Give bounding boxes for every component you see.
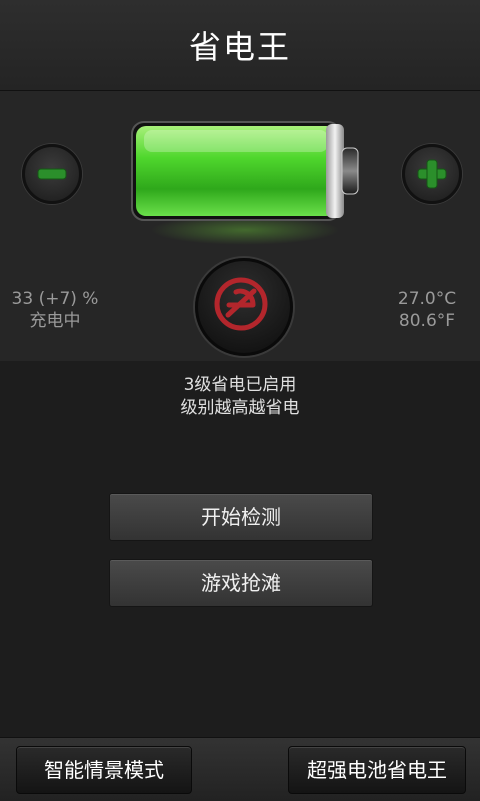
temperature-info: 27.0°C 80.6°F: [382, 288, 472, 332]
plus-icon: [417, 159, 447, 189]
saving-level-status: 3级省电已启用: [183, 375, 297, 395]
smart-scene-mode-button[interactable]: 智能情景模式: [16, 746, 192, 794]
super-battery-saver-button[interactable]: 超强电池省电王: [288, 746, 466, 794]
temperature-fahrenheit: 80.6°F: [398, 311, 456, 331]
power-saving-toggle[interactable]: [195, 258, 293, 356]
minus-icon: [37, 168, 67, 180]
bottom-bar: 智能情景模式 超强电池省电王: [0, 737, 480, 801]
game-button[interactable]: 游戏抢滩: [109, 559, 373, 607]
saving-level-hint: 级别越高越省电: [180, 398, 300, 418]
increase-level-button[interactable]: [402, 144, 462, 204]
start-detect-button[interactable]: 开始检测: [109, 493, 373, 541]
charging-status: 充电中: [29, 311, 81, 331]
page-title: 省电王: [188, 28, 291, 66]
decrease-level-button[interactable]: [22, 144, 82, 204]
battery-icon: [131, 121, 359, 221]
battery-level-info: 33 (+7) % 充电中: [10, 288, 100, 332]
temperature-celsius: 27.0°C: [397, 289, 457, 309]
power-saving-e-icon: [214, 277, 268, 331]
battery-percent: 33 (+7) %: [11, 289, 99, 309]
app-header: 省电王: [0, 0, 480, 91]
